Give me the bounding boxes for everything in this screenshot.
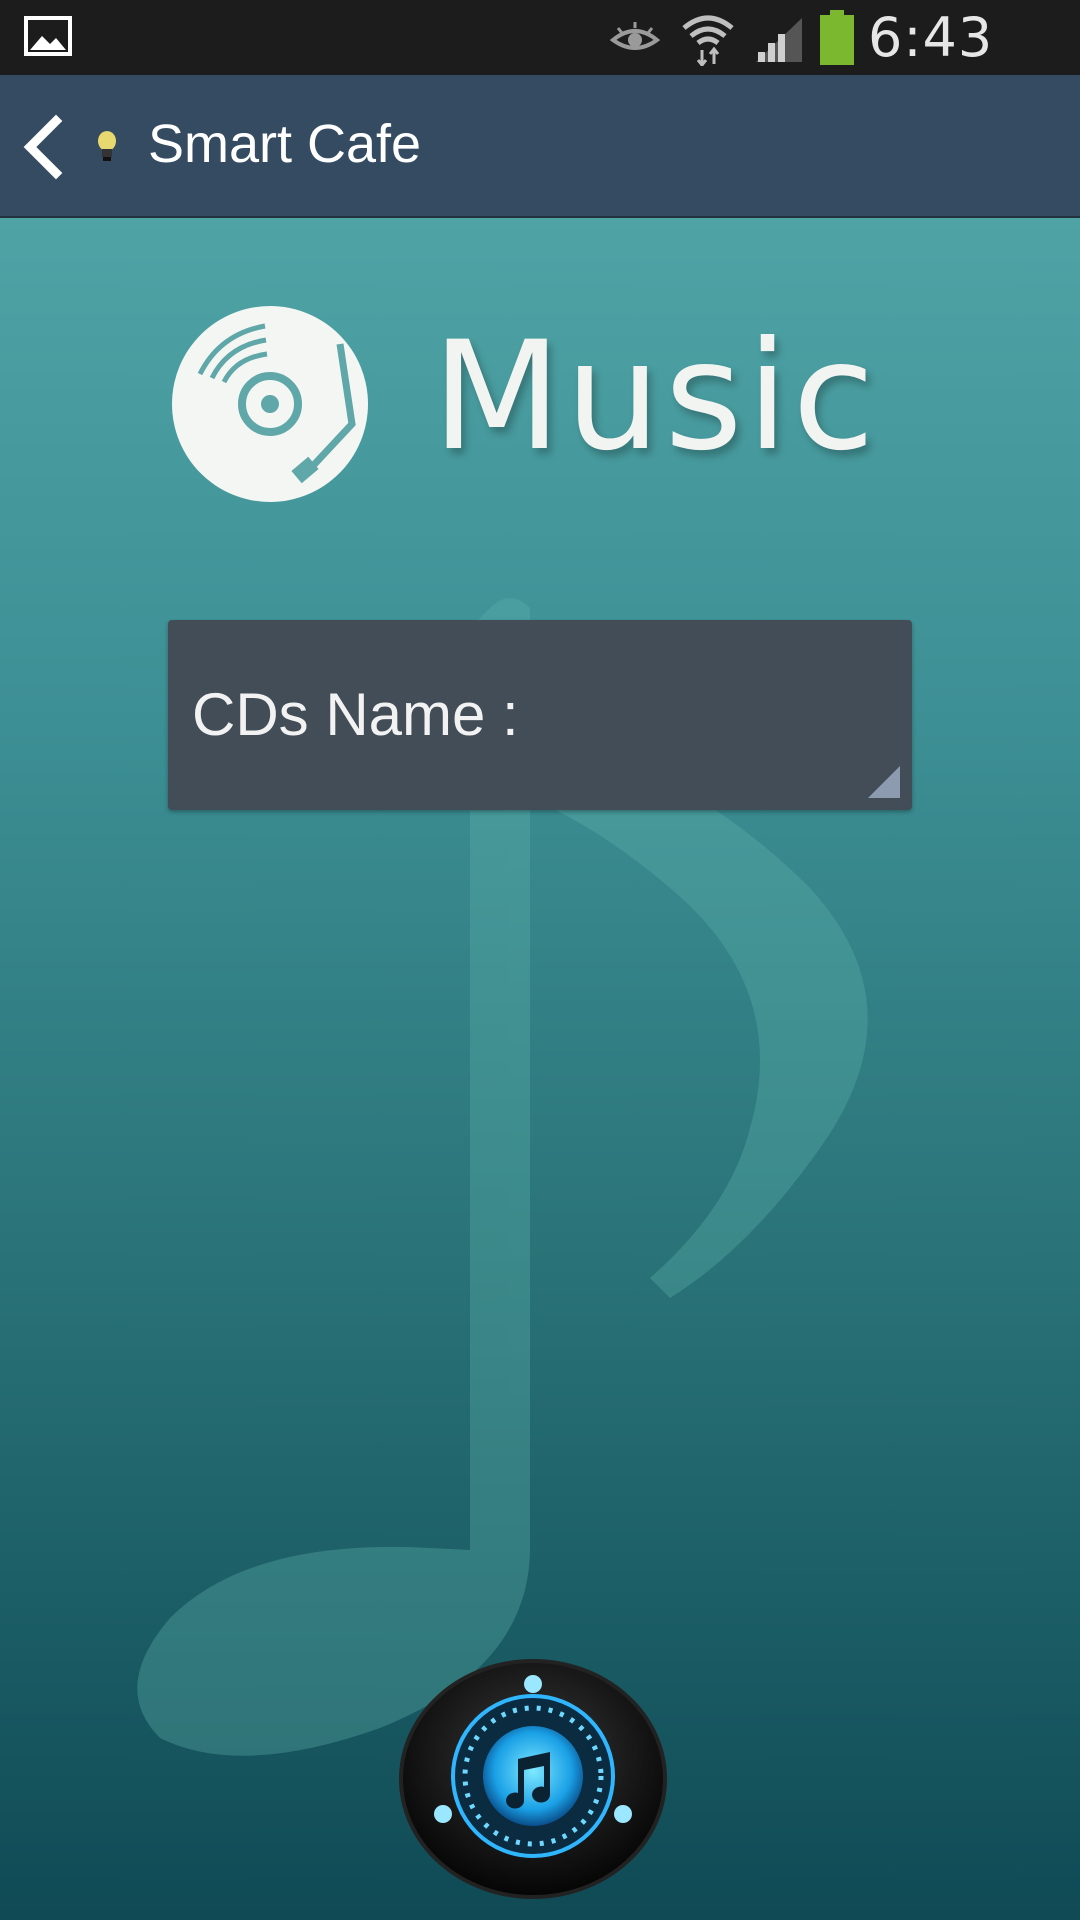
- app-title: Smart Cafe: [148, 114, 422, 174]
- music-play-button[interactable]: [398, 1654, 668, 1914]
- music-logo: Music: [170, 290, 890, 510]
- status-bar: 6:43 PM: [0, 0, 1080, 132]
- cds-name-label: CDs Name :: [192, 681, 519, 748]
- vinyl-disc-icon: [172, 306, 368, 502]
- app-lightbulb-icon: [98, 131, 116, 161]
- action-bar: Smart Cafe: [0, 75, 1080, 218]
- battery-icon: [820, 10, 854, 65]
- signal-icon: [756, 18, 802, 62]
- gallery-icon: [24, 16, 72, 56]
- music-logo-text: Music: [432, 310, 879, 484]
- back-button[interactable]: [16, 111, 72, 183]
- cds-name-spinner[interactable]: CDs Name :: [168, 620, 912, 810]
- wifi-icon: [682, 15, 734, 66]
- eye-icon: [610, 22, 660, 50]
- main-content: Music CDs Name :: [0, 218, 1080, 1920]
- dropdown-corner-icon: [868, 766, 900, 798]
